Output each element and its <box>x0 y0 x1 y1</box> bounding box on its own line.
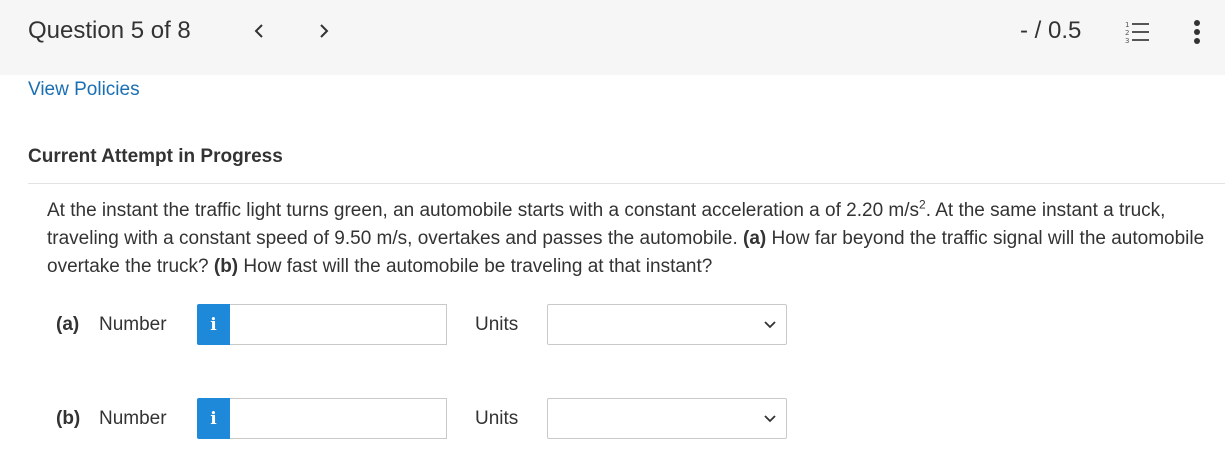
units-label: Units <box>475 314 519 335</box>
chevron-down-icon <box>764 321 776 329</box>
part-b-text: How fast will the automobile be travelin… <box>238 256 713 277</box>
numbered-list-icon[interactable]: 1 2 3 <box>1124 19 1150 45</box>
chevron-left-icon <box>254 24 263 38</box>
units-label: Units <box>475 408 519 429</box>
question-text-superscript: 2 <box>919 197 926 212</box>
answer-row-b: (b) Number i Units <box>0 398 1225 440</box>
question-text-1: At the instant the traffic light turns g… <box>47 200 920 221</box>
chevron-right-icon <box>320 24 329 38</box>
number-label: Number <box>99 408 167 429</box>
question-prompt: At the instant the traffic light turns g… <box>47 197 1217 281</box>
part-b-tag: (b) <box>213 256 239 277</box>
question-counter: Question 5 of 8 <box>28 17 191 44</box>
svg-text:1: 1 <box>1125 21 1129 29</box>
svg-text:3: 3 <box>1125 37 1129 45</box>
chevron-down-icon <box>764 415 776 423</box>
number-input-a[interactable] <box>230 304 447 345</box>
next-question-button[interactable] <box>311 18 337 44</box>
part-label: (a) <box>56 314 80 335</box>
number-label: Number <box>99 314 167 335</box>
units-select-b[interactable] <box>547 398 787 439</box>
answer-row-a: (a) Number i Units <box>0 304 1225 346</box>
vertical-ellipsis-icon[interactable] <box>1188 17 1206 47</box>
info-button[interactable]: i <box>197 398 230 439</box>
divider <box>28 183 1225 184</box>
score-display: - / 0.5 <box>1020 17 1082 44</box>
part-label: (b) <box>56 408 81 429</box>
question-header: Question 5 of 8 - / 0.5 1 2 3 <box>0 0 1225 75</box>
view-policies-link[interactable]: View Policies <box>28 78 140 102</box>
previous-question-button[interactable] <box>246 18 272 44</box>
number-input-b[interactable] <box>230 398 447 439</box>
info-button[interactable]: i <box>197 304 230 345</box>
attempt-status-heading: Current Attempt in Progress <box>28 146 283 167</box>
part-a-tag: (a) <box>743 228 767 249</box>
units-select-a[interactable] <box>547 304 787 345</box>
svg-text:2: 2 <box>1125 29 1129 37</box>
